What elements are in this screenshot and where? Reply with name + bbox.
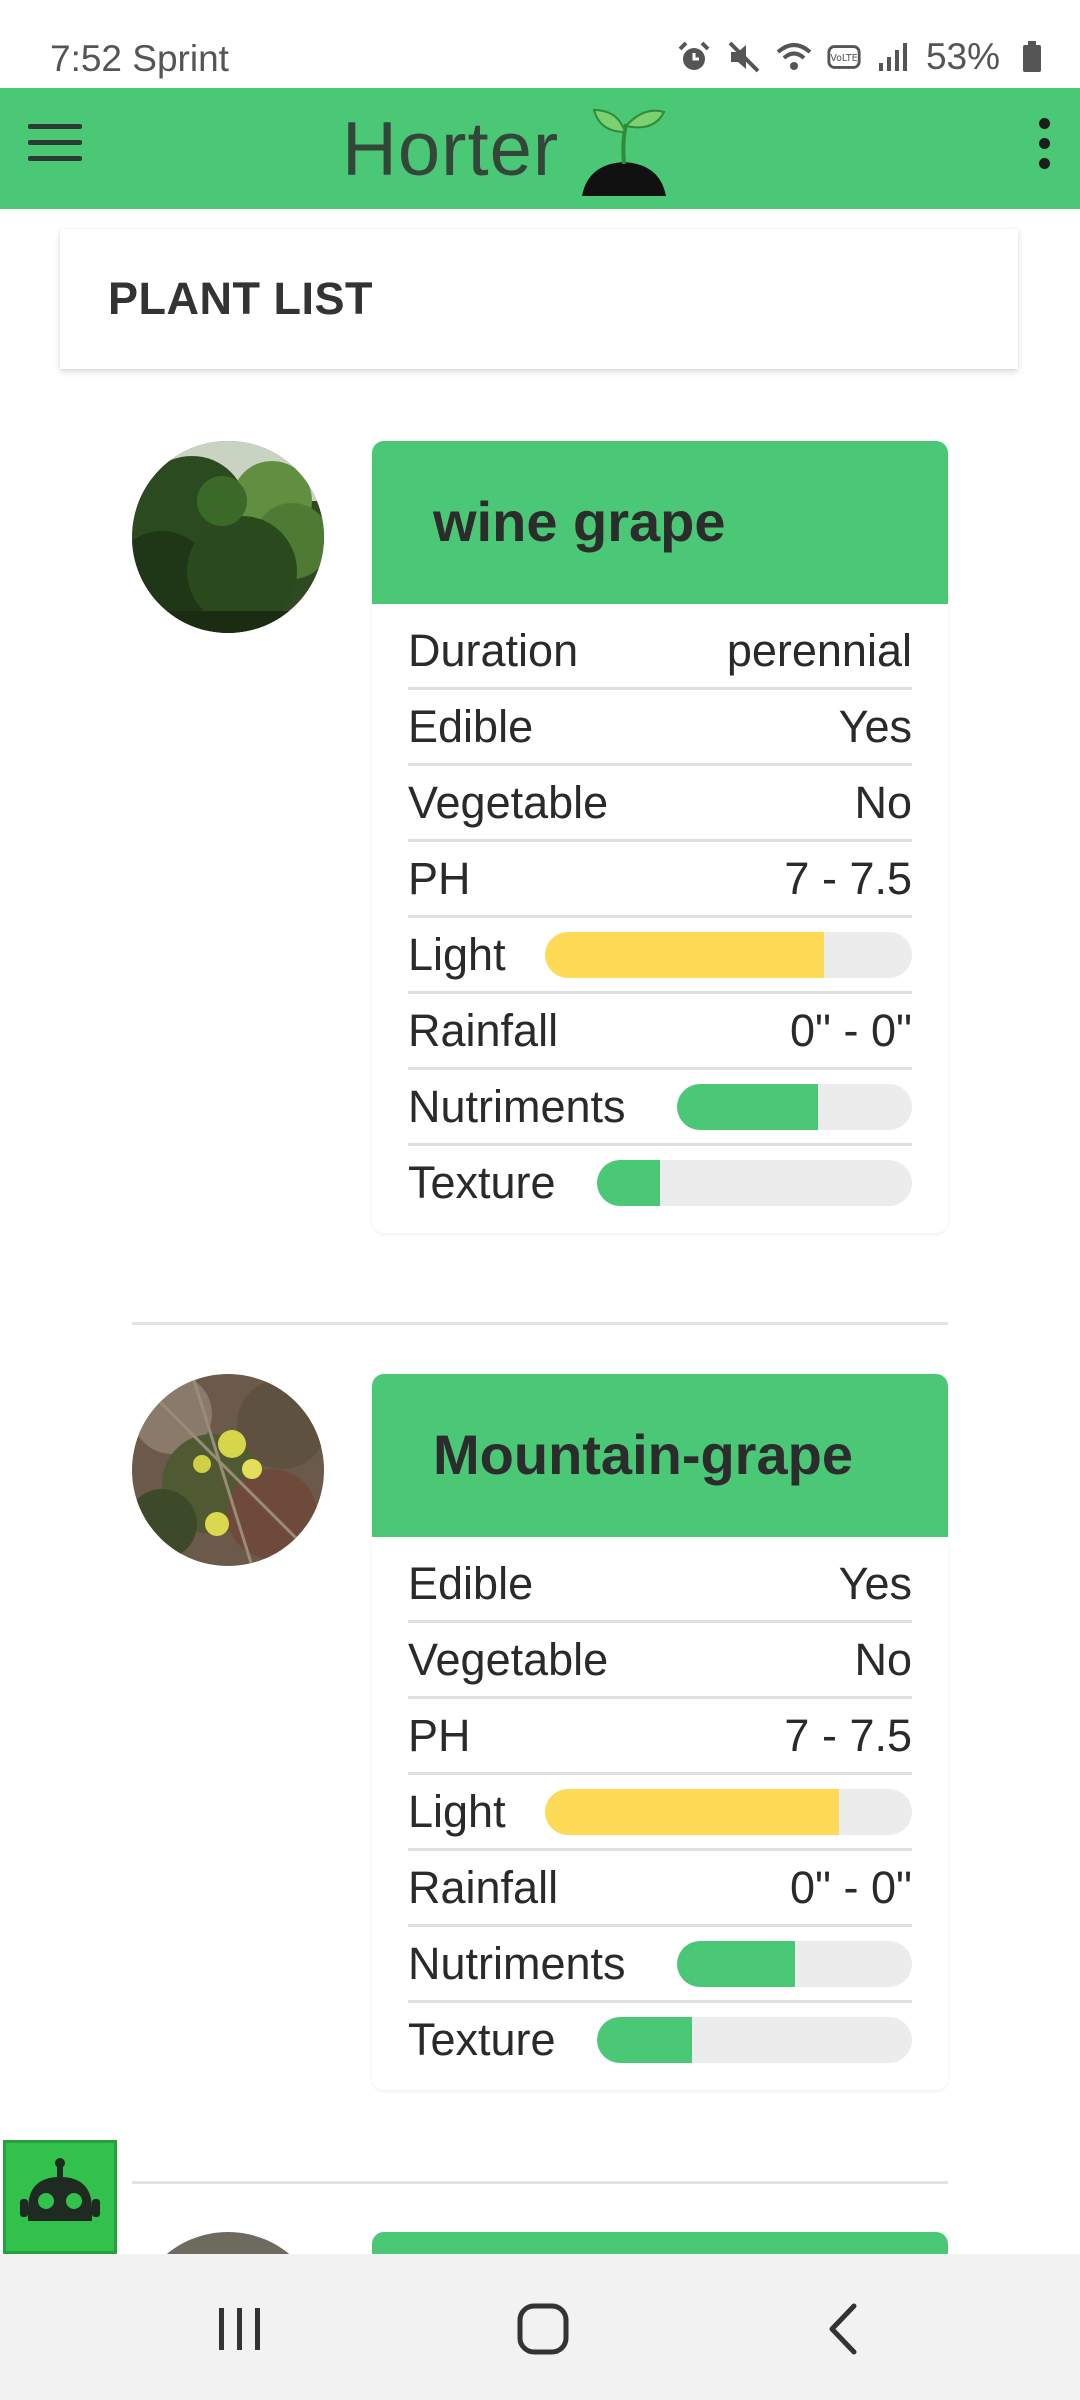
property-label: Vegetable [408, 776, 609, 828]
status-icons: VoLTE 53% [676, 36, 1050, 78]
property-value: No [854, 1633, 912, 1685]
battery-percent: 53% [925, 36, 1000, 77]
signal-icon [876, 39, 912, 75]
light-level-bar [545, 931, 912, 978]
plant-card-wine-grape: wine grape Duration perennial Edible Yes… [372, 441, 948, 1233]
nutriments-level-bar [677, 1940, 912, 1987]
hamburger-menu-icon[interactable] [28, 124, 84, 174]
property-row-nutriments: Nutriments [408, 1070, 912, 1146]
plant-photo-mountain-grape [132, 1374, 324, 1566]
sprout-logo-icon [582, 108, 666, 196]
property-label: Duration [408, 624, 579, 676]
texture-level-bar [597, 2016, 912, 2063]
plant-card-header: Mountain-grape [372, 1374, 948, 1537]
property-label: Texture [408, 2013, 556, 2065]
nutriments-level-fill [677, 1083, 818, 1130]
property-label: Edible [408, 1557, 534, 1609]
property-label: Edible [408, 700, 534, 752]
alarm-icon [676, 39, 712, 75]
recent-apps-icon[interactable] [200, 2294, 280, 2364]
property-label: Texture [408, 1156, 556, 1208]
property-value: 0" - 0" [790, 1004, 912, 1056]
property-row-ph: PH 7 - 7.5 [408, 1699, 912, 1775]
property-row-texture: Texture [408, 2003, 912, 2076]
section-header-card: PLANT LIST [60, 229, 1018, 369]
nutriments-level-fill [677, 1940, 795, 1987]
plant-card-mountain-grape: Mountain-grape Edible Yes Vegetable No P… [372, 1374, 948, 2090]
wifi-icon [776, 39, 812, 75]
battery-icon [1014, 39, 1050, 75]
texture-level-fill [597, 2016, 692, 2063]
mute-icon [726, 39, 762, 75]
plant-properties: Edible Yes Vegetable No PH 7 - 7.5 Light… [372, 1537, 948, 2090]
plant-properties: Duration perennial Edible Yes Vegetable … [372, 604, 948, 1233]
plant-name: Mountain-grape [433, 1423, 853, 1486]
property-row-light: Light [408, 1775, 912, 1851]
status-time-carrier: 7:52 Sprint [50, 38, 229, 79]
plant-photo-wine-grape [132, 441, 324, 633]
property-row-light: Light [408, 918, 912, 994]
property-label: PH [408, 852, 471, 904]
property-row-vegetable: Vegetable No [408, 1623, 912, 1699]
property-row-rainfall: Rainfall 0" - 0" [408, 1851, 912, 1927]
property-row-texture: Texture [408, 1146, 912, 1219]
app-title: Horter [342, 107, 560, 192]
property-row-edible: Edible Yes [408, 1547, 912, 1623]
property-label: PH [408, 1709, 471, 1761]
property-row-vegetable: Vegetable No [408, 766, 912, 842]
plant-card-header-partial [372, 2232, 948, 2254]
property-value: No [854, 776, 912, 828]
more-vert-icon[interactable] [1008, 112, 1080, 192]
list-divider [132, 1322, 948, 1325]
property-value: 7 - 7.5 [784, 1709, 912, 1761]
home-icon[interactable] [503, 2294, 583, 2364]
light-level-fill [545, 1788, 839, 1835]
property-row-duration: Duration perennial [408, 614, 912, 690]
plant-name: wine grape [433, 490, 726, 553]
robot-icon [20, 2158, 100, 2221]
property-label: Nutriments [408, 1937, 626, 1989]
robot-fab-button[interactable] [3, 2140, 117, 2254]
property-value: Yes [838, 700, 912, 752]
plant-card-header: wine grape [372, 441, 948, 604]
system-nav-bar [0, 2254, 1080, 2400]
nutriments-level-bar [677, 1083, 912, 1130]
property-row-edible: Edible Yes [408, 690, 912, 766]
property-label: Nutriments [408, 1080, 626, 1132]
property-label: Light [408, 1785, 506, 1837]
section-title: PLANT LIST [108, 273, 373, 324]
light-level-fill [545, 931, 824, 978]
property-value: perennial [726, 624, 912, 676]
property-row-nutriments: Nutriments [408, 1927, 912, 2003]
plant-photo-partial [160, 2232, 296, 2254]
texture-level-fill [597, 1159, 660, 1206]
property-label: Rainfall [408, 1861, 559, 1913]
list-divider [132, 2181, 948, 2184]
property-value: 7 - 7.5 [784, 852, 912, 904]
light-level-bar [545, 1788, 912, 1835]
texture-level-bar [597, 1159, 912, 1206]
back-icon[interactable] [804, 2294, 884, 2364]
property-value: Yes [838, 1557, 912, 1609]
property-row-ph: PH 7 - 7.5 [408, 842, 912, 918]
property-value: 0" - 0" [790, 1861, 912, 1913]
app-bar: Horter [0, 88, 1080, 209]
svg-text:VoLTE: VoLTE [830, 53, 857, 64]
status-bar: 7:52 Sprint VoLTE 53% [0, 0, 1080, 88]
volte-icon: VoLTE [826, 39, 862, 75]
property-label: Light [408, 928, 506, 980]
property-label: Vegetable [408, 1633, 609, 1685]
property-label: Rainfall [408, 1004, 559, 1056]
property-row-rainfall: Rainfall 0" - 0" [408, 994, 912, 1070]
